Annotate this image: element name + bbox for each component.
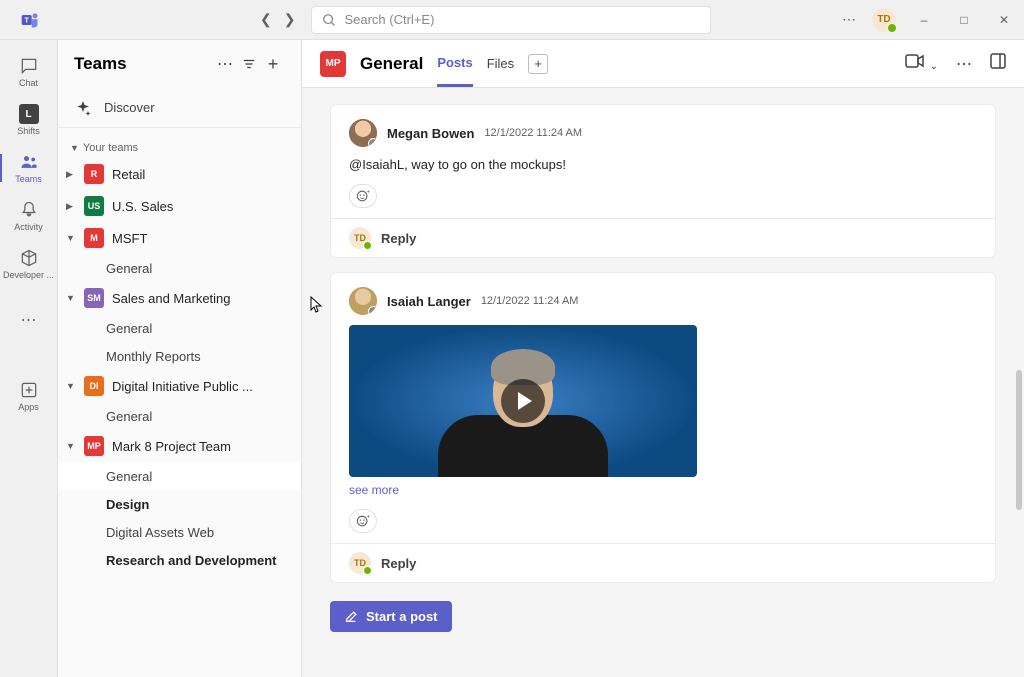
emoji-plus-icon: +	[356, 514, 370, 528]
add-reaction-button[interactable]: +	[349, 509, 377, 533]
play-icon	[518, 392, 532, 410]
message-author: Isaiah Langer	[387, 294, 471, 309]
titlebar: T ❮ ❯ Search (Ctrl+E) ⋯ TD – □ ✕	[0, 0, 1024, 40]
message-card: Isaiah Langer 12/1/2022 11:24 AM see mor…	[330, 272, 996, 583]
avatar	[349, 287, 377, 315]
avatar	[349, 119, 377, 147]
shifts-icon: L	[19, 104, 39, 124]
message-text: @IsaiahL, way to go on the mockups!	[349, 157, 977, 172]
back-button[interactable]: ❮	[260, 11, 272, 28]
rail-developer[interactable]: Developer ...	[0, 240, 57, 288]
channel-avatar: MP	[320, 51, 346, 77]
your-teams-section[interactable]: ▼Your teams	[58, 138, 301, 158]
rail-apps[interactable]: Apps	[0, 372, 57, 420]
reply-button[interactable]: TD Reply	[331, 543, 995, 582]
message-author: Megan Bowen	[387, 126, 474, 141]
teams-panel-title: Teams	[74, 54, 213, 74]
team-sales-marketing[interactable]: ▼SMSales and Marketing	[58, 282, 301, 314]
channel-mark8-design[interactable]: Design	[58, 490, 301, 518]
user-avatar[interactable]: TD	[872, 8, 896, 32]
tab-posts[interactable]: Posts	[437, 41, 472, 87]
channel-mark8-digital-assets[interactable]: Digital Assets Web	[58, 518, 301, 546]
teams-panel-header: Teams ⋯ +	[58, 40, 301, 88]
reply-button[interactable]: TD Reply	[331, 218, 995, 257]
app-rail: Chat L Shifts Teams Activity Developer .…	[0, 40, 58, 677]
channel-header: MP General Posts Files + ⌄ ⋯	[302, 40, 1024, 88]
rail-more[interactable]: ⋯	[0, 296, 57, 344]
add-tab-button[interactable]: +	[528, 54, 548, 74]
video-icon	[905, 53, 925, 69]
start-post-button[interactable]: Start a post	[330, 601, 452, 632]
rail-shifts[interactable]: L Shifts	[0, 96, 57, 144]
emoji-plus-icon: +	[356, 189, 370, 203]
team-digital-initiative[interactable]: ▼DIDigital Initiative Public ...	[58, 370, 301, 402]
minimize-button[interactable]: –	[912, 8, 936, 32]
main-content: MP General Posts Files + ⌄ ⋯ Megan Bowen…	[302, 40, 1024, 677]
play-button[interactable]	[501, 379, 545, 423]
message-timestamp: 12/1/2022 11:24 AM	[481, 295, 579, 307]
meet-button[interactable]: ⌄	[905, 53, 938, 74]
scrollbar-thumb[interactable]	[1016, 370, 1022, 510]
video-attachment[interactable]	[349, 325, 697, 477]
message-card: Megan Bowen 12/1/2022 11:24 AM @IsaiahL,…	[330, 104, 996, 258]
reply-avatar: TD	[349, 227, 371, 249]
titlebar-more-button[interactable]: ⋯	[842, 11, 856, 28]
bell-icon	[19, 200, 39, 220]
channel-mark8-general[interactable]: General	[58, 462, 301, 490]
close-button[interactable]: ✕	[992, 8, 1016, 32]
channel-sm-monthly-reports[interactable]: Monthly Reports	[58, 342, 301, 370]
create-team-button[interactable]: +	[261, 52, 285, 76]
filter-button[interactable]	[237, 52, 261, 76]
search-input[interactable]: Search (Ctrl+E)	[311, 6, 711, 34]
svg-text:T: T	[24, 15, 29, 24]
see-more-link[interactable]: see more	[349, 483, 977, 497]
svg-text:+: +	[367, 514, 371, 520]
tab-files[interactable]: Files	[487, 42, 514, 85]
team-retail[interactable]: ▶RRetail	[58, 158, 301, 190]
teams-icon	[19, 152, 39, 172]
team-us-sales[interactable]: ▶USU.S. Sales	[58, 190, 301, 222]
channel-mark8-research[interactable]: Research and Development	[58, 546, 301, 574]
search-placeholder: Search (Ctrl+E)	[344, 12, 434, 27]
channel-msft-general[interactable]: General	[58, 254, 301, 282]
compose-icon	[344, 610, 358, 624]
pane-icon	[990, 53, 1006, 69]
team-msft[interactable]: ▼MMSFT	[58, 222, 301, 254]
channel-sm-general[interactable]: General	[58, 314, 301, 342]
message-timestamp: 12/1/2022 11:24 AM	[484, 127, 582, 139]
message-feed[interactable]: Megan Bowen 12/1/2022 11:24 AM @IsaiahL,…	[302, 88, 1024, 677]
chat-icon	[19, 56, 39, 76]
open-pane-button[interactable]	[990, 53, 1006, 74]
discover-button[interactable]: Discover	[58, 88, 301, 128]
cube-icon	[19, 248, 39, 268]
reply-avatar: TD	[349, 552, 371, 574]
apps-icon	[19, 380, 39, 400]
rail-teams[interactable]: Teams	[0, 144, 57, 192]
channel-more-button[interactable]: ⋯	[956, 54, 972, 74]
forward-button[interactable]: ❯	[284, 11, 296, 28]
channel-di-general[interactable]: General	[58, 402, 301, 430]
teams-list: ▼Your teams ▶RRetail ▶USU.S. Sales ▼MMSF…	[58, 128, 301, 584]
more-icon: ⋯	[21, 310, 37, 330]
team-mark8[interactable]: ▼MPMark 8 Project Team	[58, 430, 301, 462]
channel-title: General	[360, 54, 423, 74]
teams-panel: Teams ⋯ + Discover ▼Your teams ▶RRetail …	[58, 40, 302, 677]
teams-logo-icon: T	[20, 10, 40, 30]
filter-icon	[242, 57, 256, 71]
teams-more-button[interactable]: ⋯	[213, 52, 237, 76]
rail-chat[interactable]: Chat	[0, 48, 57, 96]
search-icon	[322, 13, 336, 27]
svg-text:+: +	[367, 189, 371, 195]
rail-activity[interactable]: Activity	[0, 192, 57, 240]
add-reaction-button[interactable]: +	[349, 184, 377, 208]
chevron-down-icon: ⌄	[930, 61, 938, 72]
maximize-button[interactable]: □	[952, 8, 976, 32]
sparkle-icon	[74, 99, 92, 117]
